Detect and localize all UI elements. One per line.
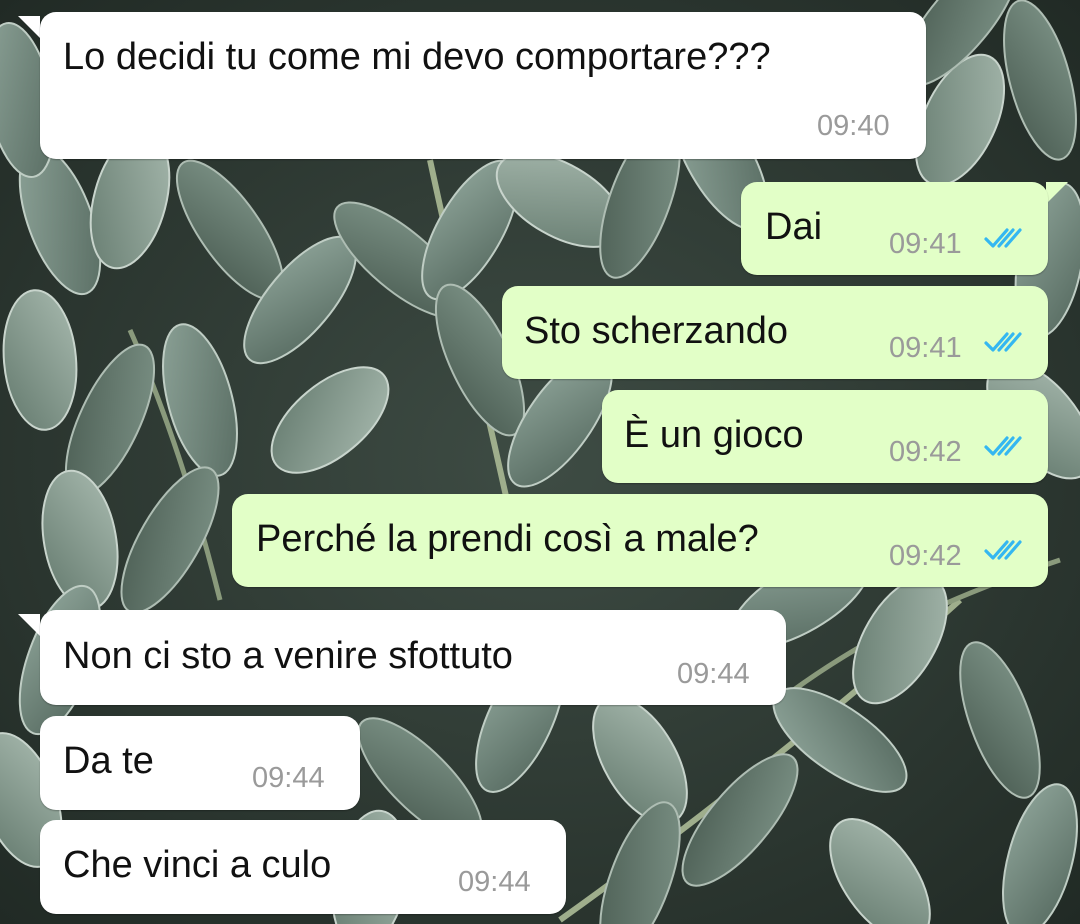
message-text: Sto scherzando: [524, 310, 789, 352]
read-receipt-icon: [984, 540, 1022, 560]
bubble-tail: [18, 614, 40, 636]
message-text: Perché la prendi così a male?: [256, 518, 759, 560]
message-text: Dai: [765, 206, 823, 248]
read-receipt-icon: [984, 332, 1022, 352]
message-timestamp: 09:44: [252, 762, 325, 794]
message-timestamp: 09:44: [458, 866, 531, 898]
message-text: Non ci sto a venire sfottuto: [63, 635, 513, 677]
message-timestamp: 09:41: [889, 228, 962, 260]
message-text: Lo decidi tu come mi devo comportare???: [63, 36, 771, 78]
message-bubble-incoming[interactable]: Non ci sto a venire sfottuto 09:44: [40, 610, 786, 705]
message-timestamp: 09:44: [677, 658, 750, 690]
message-timestamp: 09:41: [889, 332, 962, 364]
message-bubble-outgoing[interactable]: È un gioco 09:42: [602, 390, 1048, 483]
message-bubble-outgoing[interactable]: Dai 09:41: [741, 182, 1048, 275]
read-receipt-icon: [984, 436, 1022, 456]
message-timestamp: 09:40: [817, 110, 890, 142]
message-text: Da te: [63, 740, 154, 782]
message-bubble-incoming[interactable]: Da te 09:44: [40, 716, 360, 810]
message-text: È un gioco: [624, 414, 804, 456]
message-bubble-outgoing[interactable]: Sto scherzando 09:41: [502, 286, 1048, 379]
message-bubble-outgoing[interactable]: Perché la prendi così a male? 09:42: [232, 494, 1048, 587]
message-bubble-incoming[interactable]: Lo decidi tu come mi devo comportare??? …: [40, 12, 926, 159]
message-timestamp: 09:42: [889, 540, 962, 572]
read-receipt-icon: [984, 228, 1022, 248]
bubble-tail: [1046, 182, 1068, 204]
message-bubble-incoming[interactable]: Che vinci a culo 09:44: [40, 820, 566, 914]
message-timestamp: 09:42: [889, 436, 962, 468]
message-text: Che vinci a culo: [63, 844, 332, 886]
bubble-tail: [18, 16, 40, 38]
